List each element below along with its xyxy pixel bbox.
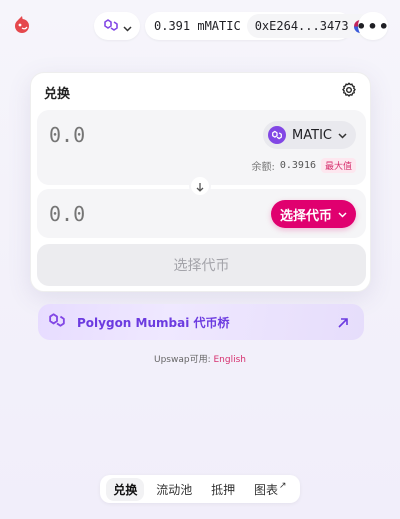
- external-link-icon: ↗: [279, 480, 287, 491]
- gear-icon[interactable]: [341, 82, 357, 98]
- input-amount-field[interactable]: [49, 123, 199, 147]
- chevron-down-icon: [338, 207, 347, 222]
- top-bar: 0.391 mMATIC 0xE264...3473 •••: [0, 10, 400, 42]
- swap-submit-button[interactable]: 选择代币: [37, 244, 366, 286]
- swap-card: 兑换 MATIC 余额: 0.3916 最大值: [30, 72, 371, 292]
- arrow-up-right-icon: [336, 315, 350, 329]
- arrow-down-icon: [195, 177, 205, 196]
- balance-label: 余额:: [251, 162, 275, 173]
- bottom-nav: 兑换 流动池 抵押 图表 ↗: [100, 475, 300, 503]
- wallet-balance: 0.391 mMATIC: [154, 19, 241, 33]
- balance-row: 余额: 0.3916 最大值: [251, 158, 356, 173]
- polygon-icon: [47, 312, 67, 332]
- nav-item-charts[interactable]: 图表 ↗: [247, 478, 294, 501]
- nav-item-label: 图表: [254, 482, 279, 497]
- wallet-address-text: 0xE264...3473: [254, 19, 349, 33]
- nav-item-label: 抵押: [211, 482, 236, 497]
- network-selector-button[interactable]: [94, 12, 140, 40]
- swap-title: 兑换: [44, 87, 71, 102]
- input-token-symbol: MATIC: [292, 127, 332, 143]
- availability-prefix: Upswap可用:: [154, 355, 211, 365]
- polygon-icon: [103, 17, 119, 36]
- nav-item-label: 兑换: [113, 482, 138, 497]
- nav-item-swap[interactable]: 兑换: [106, 477, 145, 501]
- output-amount-field[interactable]: [49, 202, 199, 226]
- more-menu-button[interactable]: •••: [356, 12, 390, 40]
- language-link[interactable]: English: [214, 355, 247, 365]
- bridge-banner[interactable]: Polygon Mumbai 代币桥: [38, 304, 364, 340]
- input-token-panel: MATIC 余额: 0.3916 最大值: [37, 110, 366, 185]
- nav-item-pool[interactable]: 流动池: [149, 478, 199, 501]
- chevron-down-icon: [338, 128, 347, 143]
- nav-item-label: 流动池: [156, 482, 193, 497]
- balance-value: 0.3916: [279, 160, 316, 171]
- input-token-selector[interactable]: MATIC: [263, 121, 356, 149]
- wallet-button[interactable]: 0.391 mMATIC 0xE264...3473: [145, 12, 372, 40]
- nav-item-stake[interactable]: 抵押: [204, 478, 242, 501]
- max-button[interactable]: 最大值: [320, 158, 356, 173]
- more-icon: •••: [356, 16, 390, 36]
- bridge-label: Polygon Mumbai 代币桥: [77, 315, 230, 330]
- unicorn-logo-icon[interactable]: [12, 15, 32, 35]
- availability-note: Upswap可用: English: [0, 352, 400, 365]
- matic-token-icon: [268, 126, 287, 144]
- chevron-down-icon: [122, 17, 132, 36]
- swap-direction-button[interactable]: [189, 175, 211, 197]
- select-token-button[interactable]: 选择代币: [270, 200, 356, 228]
- select-token-label: 选择代币: [279, 208, 332, 224]
- wallet-address[interactable]: 0xE264...3473: [246, 14, 372, 38]
